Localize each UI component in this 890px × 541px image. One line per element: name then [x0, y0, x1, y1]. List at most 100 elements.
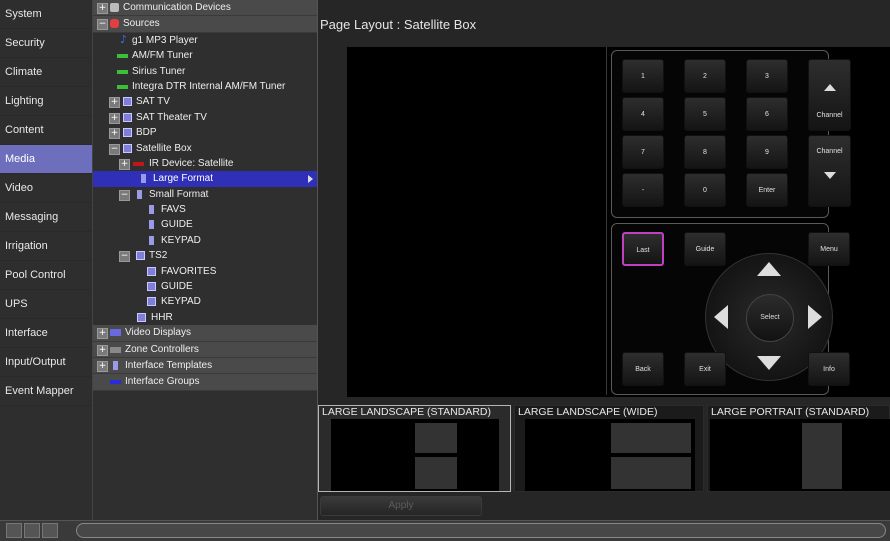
last-button[interactable]: Last — [622, 232, 664, 266]
thumbnail-nav — [415, 457, 457, 489]
key-dash-button[interactable]: - — [622, 173, 664, 207]
tree-item-small-format[interactable]: − Small Format — [93, 187, 317, 202]
tree-item-g1-mp3-player[interactable]: ♪ g1 MP3 Player — [93, 33, 317, 48]
layout-option-large-portrait-standard[interactable]: LARGE PORTRAIT (STANDARD) — [707, 405, 890, 492]
collapse-icon[interactable]: − — [119, 251, 130, 263]
key-2-button[interactable]: 2 — [684, 59, 726, 93]
channel-up-button[interactable]: Channel — [808, 59, 851, 131]
music-note-icon: ♪ — [120, 32, 128, 46]
layout-thumbnail — [710, 419, 890, 491]
tree-item-label: Interface Templates — [125, 359, 213, 371]
tree-item-favorites[interactable]: FAVORITES — [93, 264, 317, 279]
expand-icon[interactable]: + — [109, 112, 120, 124]
page-title: Page Layout : Satellite Box — [320, 17, 477, 32]
tree-item-interface-groups[interactable]: Interface Groups — [93, 374, 317, 391]
channel-down-button[interactable]: Channel — [808, 135, 851, 207]
tree-item-am-fm-tuner[interactable]: AM/FM Tuner — [93, 48, 317, 63]
tree-item-favs[interactable]: FAVS — [93, 202, 317, 217]
nav-item-video[interactable]: Video — [0, 174, 92, 203]
key-5-button[interactable]: 5 — [684, 97, 726, 131]
key-0-button[interactable]: 0 — [684, 173, 726, 207]
key-9-button[interactable]: 9 — [746, 135, 788, 169]
layout-option-label: LARGE PORTRAIT (STANDARD) — [711, 406, 870, 418]
dpad-down-icon[interactable] — [757, 356, 781, 370]
layout-option-large-landscape-standard[interactable]: LARGE LANDSCAPE (STANDARD) — [318, 405, 511, 492]
key-1-button[interactable]: 1 — [622, 59, 664, 93]
tree-item-ts2-keypad[interactable]: KEYPAD — [93, 294, 317, 309]
collapse-icon[interactable]: − — [97, 19, 108, 31]
select-button[interactable]: Select — [746, 294, 794, 342]
nav-item-system[interactable]: System — [0, 0, 92, 29]
nav-item-messaging[interactable]: Messaging — [0, 203, 92, 232]
exit-button[interactable]: Exit — [684, 352, 726, 386]
expand-icon[interactable]: + — [119, 158, 130, 170]
expand-icon[interactable]: + — [97, 360, 108, 372]
key-6-button[interactable]: 6 — [746, 97, 788, 131]
dpad-left-icon[interactable] — [714, 305, 728, 329]
key-3-button[interactable]: 3 — [746, 59, 788, 93]
layout-option-large-landscape-wide[interactable]: LARGE LANDSCAPE (WIDE) — [514, 405, 704, 492]
nav-item-media[interactable]: Media — [0, 145, 92, 174]
expand-icon[interactable]: + — [97, 3, 108, 14]
nav-item-event-mapper[interactable]: Event Mapper — [0, 377, 92, 406]
key-4-button[interactable]: 4 — [622, 97, 664, 131]
tree-item-sources[interactable]: − Sources — [93, 16, 317, 33]
tree-item-ir-device-satellite[interactable]: + IR Device: Satellite — [93, 156, 317, 171]
grid-icon — [123, 97, 132, 107]
tree-item-label: Zone Controllers — [125, 343, 199, 355]
nav-item-security[interactable]: Security — [0, 29, 92, 58]
submenu-arrow-icon[interactable] — [308, 175, 313, 184]
tree-item-keypad[interactable]: KEYPAD — [93, 233, 317, 248]
horizontal-scrollbar[interactable] — [76, 523, 886, 538]
tree-item-sirius-tuner[interactable]: Sirius Tuner — [93, 64, 317, 79]
tree-item-hhr[interactable]: HHR — [93, 310, 317, 325]
key-8-button[interactable]: 8 — [684, 135, 726, 169]
back-button[interactable]: Back — [622, 352, 664, 386]
dpad-right-icon[interactable] — [808, 305, 822, 329]
nav-item-ups[interactable]: UPS — [0, 290, 92, 319]
expand-icon[interactable]: + — [109, 128, 120, 140]
tree-item-sat-theater-tv[interactable]: + SAT Theater TV — [93, 110, 317, 125]
expand-icon[interactable]: + — [109, 97, 120, 109]
nav-item-irrigation[interactable]: Irrigation — [0, 232, 92, 261]
key-enter-button[interactable]: Enter — [746, 173, 788, 207]
nav-item-lighting[interactable]: Lighting — [0, 87, 92, 116]
tree-item-label: Video Displays — [125, 327, 191, 339]
status-cell — [6, 523, 22, 538]
tree-item-guide[interactable]: GUIDE — [93, 217, 317, 232]
tree-item-ts2[interactable]: − TS2 — [93, 248, 317, 263]
nav-item-content[interactable]: Content — [0, 116, 92, 145]
tree-item-video-displays[interactable]: + Video Displays — [93, 325, 317, 342]
key-7-button[interactable]: 7 — [622, 135, 664, 169]
menu-button[interactable]: Menu — [808, 232, 850, 266]
nav-item-climate[interactable]: Climate — [0, 58, 92, 87]
zone-controller-icon — [110, 346, 121, 353]
tree-item-bdp[interactable]: + BDP — [93, 125, 317, 140]
tree-item-satellite-box[interactable]: − Satellite Box — [93, 141, 317, 156]
tree-item-sat-tv[interactable]: + SAT TV — [93, 94, 317, 109]
apply-button[interactable]: Apply — [320, 496, 482, 516]
grid-icon — [123, 128, 132, 138]
tree-item-label: FAVS — [161, 204, 186, 216]
tree-item-ts2-guide[interactable]: GUIDE — [93, 279, 317, 294]
collapse-icon[interactable]: − — [119, 189, 130, 201]
nav-item-pool-control[interactable]: Pool Control — [0, 261, 92, 290]
info-button[interactable]: Info — [808, 352, 850, 386]
tree-item-integra-tuner[interactable]: Integra DTR Internal AM/FM Tuner — [93, 79, 317, 94]
tree-item-label: Sirius Tuner — [132, 65, 186, 77]
guide-button[interactable]: Guide — [684, 232, 726, 266]
expand-icon[interactable]: + — [97, 328, 108, 340]
collapse-icon[interactable]: − — [109, 143, 120, 155]
expand-icon[interactable]: + — [97, 344, 108, 356]
tree-item-large-format[interactable]: Large Format — [93, 171, 317, 187]
nav-item-interface[interactable]: Interface — [0, 319, 92, 348]
tree-item-interface-templates[interactable]: + Interface Templates — [93, 357, 317, 375]
nav-item-input-output[interactable]: Input/Output — [0, 348, 92, 377]
navigation-panel: Last Guide Menu Select Back Exit Info — [611, 223, 850, 395]
tuner-icon — [117, 84, 128, 89]
tree-item-communication-devices[interactable]: + Communication Devices — [93, 0, 317, 17]
dpad-up-icon[interactable] — [757, 262, 781, 276]
status-bar — [0, 520, 890, 541]
grid-icon — [123, 143, 132, 153]
tree-item-zone-controllers[interactable]: + Zone Controllers — [93, 341, 317, 358]
